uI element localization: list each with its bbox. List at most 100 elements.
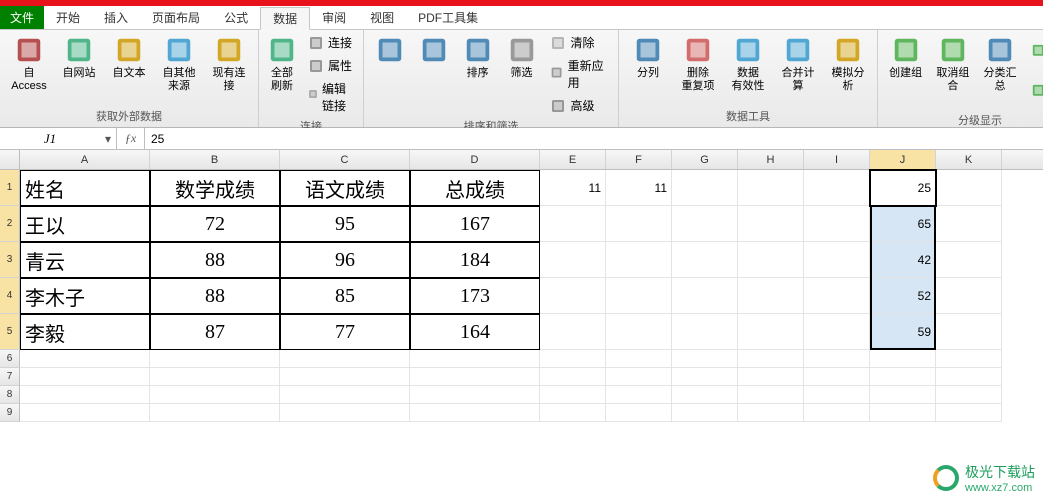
connections-button[interactable]: 连接 — [303, 32, 357, 53]
cell-C5[interactable]: 77 — [280, 314, 410, 350]
col-header-K[interactable]: K — [936, 150, 1002, 169]
whatif-button[interactable]: 模拟分析 — [825, 32, 871, 96]
cell-E3[interactable] — [540, 242, 606, 278]
cell-F9[interactable] — [606, 404, 672, 422]
cell-B4[interactable]: 88 — [150, 278, 280, 314]
cell-G1[interactable] — [672, 170, 738, 206]
cell-H9[interactable] — [738, 404, 804, 422]
cell-J1[interactable]: 25 — [870, 170, 936, 206]
filter-button[interactable]: 筛选 — [502, 32, 542, 83]
formula-input[interactable] — [145, 128, 1043, 149]
name-box[interactable] — [0, 131, 100, 147]
cell-C3[interactable]: 96 — [280, 242, 410, 278]
cell-A7[interactable] — [20, 368, 150, 386]
cell-H3[interactable] — [738, 242, 804, 278]
cell-J4[interactable]: 52 — [870, 278, 936, 314]
row-header-5[interactable]: 5 — [0, 314, 20, 350]
text-to-cols-button[interactable]: 分列 — [625, 32, 671, 83]
cell-D4[interactable]: 173 — [410, 278, 540, 314]
cell-K6[interactable] — [936, 350, 1002, 368]
tab-视图[interactable]: 视图 — [358, 6, 406, 29]
group-button[interactable]: 创建组 — [884, 32, 927, 83]
cell-H2[interactable] — [738, 206, 804, 242]
cell-C7[interactable] — [280, 368, 410, 386]
row-header-1[interactable]: 1 — [0, 170, 20, 206]
cell-J2[interactable]: 65 — [870, 206, 936, 242]
cell-D1[interactable]: 总成绩 — [410, 170, 540, 206]
sort-button[interactable]: 排序 — [458, 32, 498, 83]
hide-detail-button[interactable]: 隐藏 — [1026, 72, 1043, 110]
cell-F8[interactable] — [606, 386, 672, 404]
sort-za-button[interactable] — [414, 32, 454, 70]
cell-F3[interactable] — [606, 242, 672, 278]
properties-button[interactable]: 属性 — [303, 55, 357, 76]
row-header-7[interactable]: 7 — [0, 368, 20, 386]
cell-E8[interactable] — [540, 386, 606, 404]
col-header-E[interactable]: E — [540, 150, 606, 169]
cell-J6[interactable] — [870, 350, 936, 368]
cell-D9[interactable] — [410, 404, 540, 422]
tab-file[interactable]: 文件 — [0, 6, 44, 29]
cell-H6[interactable] — [738, 350, 804, 368]
cell-C6[interactable] — [280, 350, 410, 368]
cell-B2[interactable]: 72 — [150, 206, 280, 242]
advanced-button[interactable]: 高级 — [545, 95, 612, 116]
existing-button[interactable]: 现有连接 — [206, 32, 252, 96]
col-header-F[interactable]: F — [606, 150, 672, 169]
cell-K5[interactable] — [936, 314, 1002, 350]
cell-J5[interactable]: 59 — [870, 314, 936, 350]
ungroup-button[interactable]: 取消组合 — [931, 32, 974, 96]
cell-A3[interactable]: 青云 — [20, 242, 150, 278]
cell-H4[interactable] — [738, 278, 804, 314]
cell-A2[interactable]: 王以 — [20, 206, 150, 242]
cell-A9[interactable] — [20, 404, 150, 422]
cell-G2[interactable] — [672, 206, 738, 242]
cell-H1[interactable] — [738, 170, 804, 206]
cell-F6[interactable] — [606, 350, 672, 368]
cell-D5[interactable]: 164 — [410, 314, 540, 350]
cell-I5[interactable] — [804, 314, 870, 350]
worksheet[interactable]: ABCDEFGHIJK 1姓名数学成绩语文成绩总成绩1111252王以72951… — [0, 150, 1043, 422]
select-all-corner[interactable] — [0, 150, 20, 169]
row-header-4[interactable]: 4 — [0, 278, 20, 314]
refresh-button[interactable]: 全部刷新 — [265, 32, 299, 96]
cell-G8[interactable] — [672, 386, 738, 404]
cell-E6[interactable] — [540, 350, 606, 368]
cell-B7[interactable] — [150, 368, 280, 386]
cell-I3[interactable] — [804, 242, 870, 278]
col-header-G[interactable]: G — [672, 150, 738, 169]
cell-F5[interactable] — [606, 314, 672, 350]
cell-F4[interactable] — [606, 278, 672, 314]
cell-B9[interactable] — [150, 404, 280, 422]
cell-D7[interactable] — [410, 368, 540, 386]
cell-I8[interactable] — [804, 386, 870, 404]
cell-K2[interactable] — [936, 206, 1002, 242]
cell-C2[interactable]: 95 — [280, 206, 410, 242]
tab-PDF工具集[interactable]: PDF工具集 — [406, 6, 490, 29]
cell-G7[interactable] — [672, 368, 738, 386]
cell-A4[interactable]: 李木子 — [20, 278, 150, 314]
cell-E1[interactable]: 11 — [540, 170, 606, 206]
row-header-3[interactable]: 3 — [0, 242, 20, 278]
cell-G5[interactable] — [672, 314, 738, 350]
cell-D8[interactable] — [410, 386, 540, 404]
cell-C1[interactable]: 语文成绩 — [280, 170, 410, 206]
tab-插入[interactable]: 插入 — [92, 6, 140, 29]
access-button[interactable]: 自Access — [6, 32, 52, 96]
fx-label[interactable]: ƒx — [117, 128, 145, 149]
cell-G9[interactable] — [672, 404, 738, 422]
cell-A6[interactable] — [20, 350, 150, 368]
cell-C8[interactable] — [280, 386, 410, 404]
col-header-I[interactable]: I — [804, 150, 870, 169]
tab-页面布局[interactable]: 页面布局 — [140, 6, 212, 29]
show-detail-button[interactable]: 显示 — [1026, 32, 1043, 70]
cell-K8[interactable] — [936, 386, 1002, 404]
cell-J3[interactable]: 42 — [870, 242, 936, 278]
col-header-D[interactable]: D — [410, 150, 540, 169]
cell-E7[interactable] — [540, 368, 606, 386]
tab-公式[interactable]: 公式 — [212, 6, 260, 29]
sort-az-button[interactable] — [370, 32, 410, 70]
cell-F2[interactable] — [606, 206, 672, 242]
cell-I4[interactable] — [804, 278, 870, 314]
cell-B3[interactable]: 88 — [150, 242, 280, 278]
